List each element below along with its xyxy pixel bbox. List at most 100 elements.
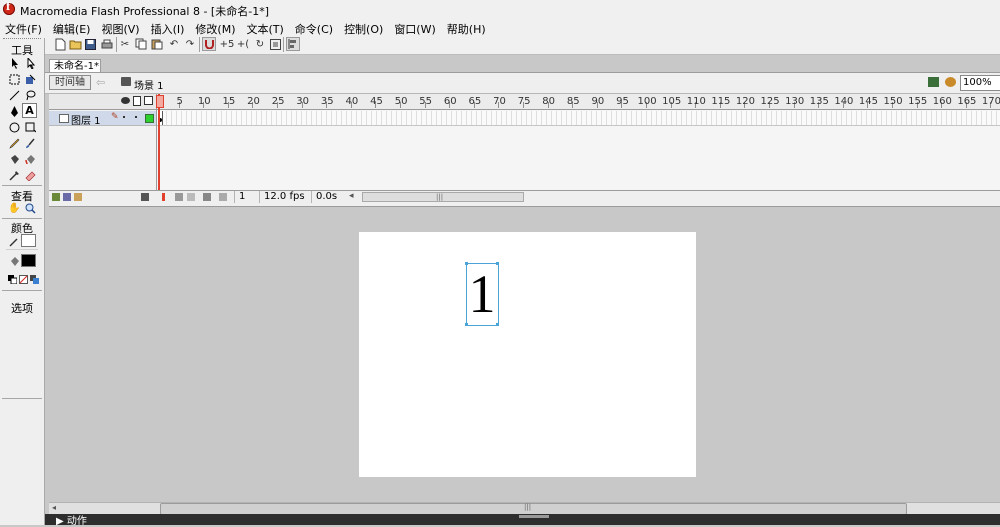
hand-tool-icon[interactable]: ✋ (7, 201, 22, 216)
playhead-marker[interactable] (156, 95, 164, 108)
delete-layer-icon[interactable] (141, 193, 149, 201)
free-transform-tool-icon[interactable] (7, 72, 22, 87)
scroll-left-arrow-icon[interactable]: ◂ (52, 503, 56, 512)
selection-handle[interactable] (496, 262, 499, 265)
paint-bucket-tool-icon[interactable] (23, 152, 38, 167)
lock-icon[interactable] (133, 96, 141, 106)
undo-icon[interactable]: ↶ (167, 37, 181, 51)
layer-name[interactable]: 图层 1 (71, 112, 101, 127)
menu-edit[interactable]: 编辑(E) (48, 19, 95, 36)
eraser-tool-icon[interactable] (23, 168, 38, 183)
toolbar-separator (116, 37, 117, 52)
arrow-tool-icon[interactable] (7, 56, 22, 71)
edit-scene-icon[interactable] (928, 77, 939, 87)
fill-transform-tool-icon[interactable] (23, 72, 38, 87)
paste-icon[interactable] (150, 37, 164, 51)
visibility-dot[interactable] (123, 116, 125, 118)
menu-commands[interactable]: 命令(C) (290, 19, 337, 36)
redo-icon[interactable]: ↷ (183, 37, 197, 51)
scene-clapper-icon (121, 77, 131, 86)
smooth-icon[interactable]: +5 (220, 37, 235, 51)
scene-label[interactable]: 场景 1 (134, 77, 164, 92)
menu-modify[interactable]: 修改(M) (190, 19, 239, 36)
add-guide-layer-icon[interactable] (63, 193, 71, 201)
pencil-tool-icon[interactable] (7, 136, 22, 151)
snap-magnet-icon[interactable] (202, 37, 216, 51)
menu-window[interactable]: 窗口(W) (389, 19, 439, 36)
ruler-label: 25 (271, 96, 285, 107)
new-file-icon[interactable] (53, 37, 67, 51)
panel-resize-handle[interactable] (519, 515, 549, 518)
subselect-tool-icon[interactable] (23, 56, 38, 71)
frame-rate[interactable]: 12.0 fps (259, 191, 306, 203)
menu-help[interactable]: 帮助(H) (442, 19, 490, 36)
brush-tool-icon[interactable] (23, 136, 38, 151)
straighten-icon[interactable]: +( (236, 37, 250, 51)
ruler-label: 155 (908, 96, 928, 107)
document-tab[interactable]: 未命名-1* (49, 59, 101, 73)
swap-colors-icon[interactable] (27, 272, 42, 287)
modify-onion-markers-icon[interactable] (219, 193, 227, 201)
scroll-grip-icon: ||| (436, 193, 444, 201)
rectangle-tool-icon[interactable] (23, 120, 38, 135)
align-icon[interactable] (286, 37, 300, 51)
open-folder-icon[interactable] (68, 37, 82, 51)
toolbar-separator (283, 37, 284, 52)
selection-handle[interactable] (465, 262, 468, 265)
menu-file[interactable]: 文件(F) (0, 19, 46, 36)
insert-layer-icon[interactable] (52, 193, 60, 201)
panel-grip[interactable] (3, 38, 41, 41)
edit-multiple-frames-icon[interactable] (203, 193, 211, 201)
lasso-tool-icon[interactable] (23, 88, 38, 103)
layer-outline-color[interactable] (145, 114, 154, 123)
line-tool-icon[interactable] (7, 88, 22, 103)
menu-control[interactable]: 控制(O) (339, 19, 387, 36)
tools-divider (6, 249, 38, 250)
edit-bar (45, 73, 1000, 94)
selection-handle[interactable] (496, 323, 499, 326)
actions-panel-label[interactable]: ▶ 动作 (56, 517, 87, 527)
eyedropper-tool-icon[interactable] (7, 168, 22, 183)
copy-icon[interactable] (134, 37, 148, 51)
frames-row[interactable] (157, 111, 1000, 126)
outline-icon[interactable] (144, 96, 153, 105)
playhead[interactable] (158, 94, 160, 190)
main-toolbar: ✂ ↶ ↷ +5 +( ↻ (0, 35, 1000, 55)
stroke-color-swatch[interactable] (21, 234, 36, 247)
cut-icon[interactable]: ✂ (118, 37, 132, 51)
timeline-toggle-button[interactable]: 时间轴 (49, 75, 91, 90)
show-hide-eye-icon[interactable] (121, 97, 130, 104)
ruler-label: 100 (637, 96, 657, 107)
center-frame-icon[interactable] (162, 193, 165, 201)
ruler-label: 45 (370, 96, 383, 107)
text-tool-icon[interactable]: A (22, 103, 37, 118)
fill-color-swatch[interactable] (21, 254, 36, 267)
menu-insert[interactable]: 插入(I) (146, 19, 189, 36)
insert-folder-icon[interactable] (74, 193, 82, 201)
scale-icon[interactable] (268, 37, 282, 51)
onion-skin-icon[interactable] (175, 193, 183, 201)
back-arrow-icon[interactable]: ⇦ (96, 76, 105, 89)
zoom-select[interactable]: 100% (960, 75, 1000, 91)
edit-symbol-icon[interactable] (945, 77, 956, 87)
onion-outline-icon[interactable] (187, 193, 195, 201)
menu-text[interactable]: 文本(T) (241, 19, 287, 36)
stage-text[interactable]: 1 (467, 266, 497, 322)
stage[interactable] (359, 232, 696, 477)
lock-dot[interactable] (135, 116, 137, 118)
menu-view[interactable]: 视图(V) (96, 19, 143, 36)
stroke-color-icon[interactable] (7, 234, 22, 249)
frame-ruler[interactable]: 5 10 15 20 25 30 35 40 45 50 55 60 65 70 75 80 85 90 95 100… (157, 94, 1000, 110)
scroll-left-arrow-icon[interactable]: ◂ (349, 191, 354, 201)
tools-divider (2, 185, 42, 186)
fill-color-icon[interactable] (7, 254, 22, 269)
zoom-tool-icon[interactable] (23, 201, 38, 216)
save-icon[interactable] (83, 37, 97, 51)
ink-bottle-tool-icon[interactable] (7, 152, 22, 167)
ruler-label: 150 (883, 96, 903, 107)
selection-handle[interactable] (465, 323, 468, 326)
print-icon[interactable] (100, 37, 114, 51)
pen-tool-icon[interactable] (7, 104, 22, 119)
oval-tool-icon[interactable] (7, 120, 22, 135)
rotate-icon[interactable]: ↻ (253, 37, 267, 51)
